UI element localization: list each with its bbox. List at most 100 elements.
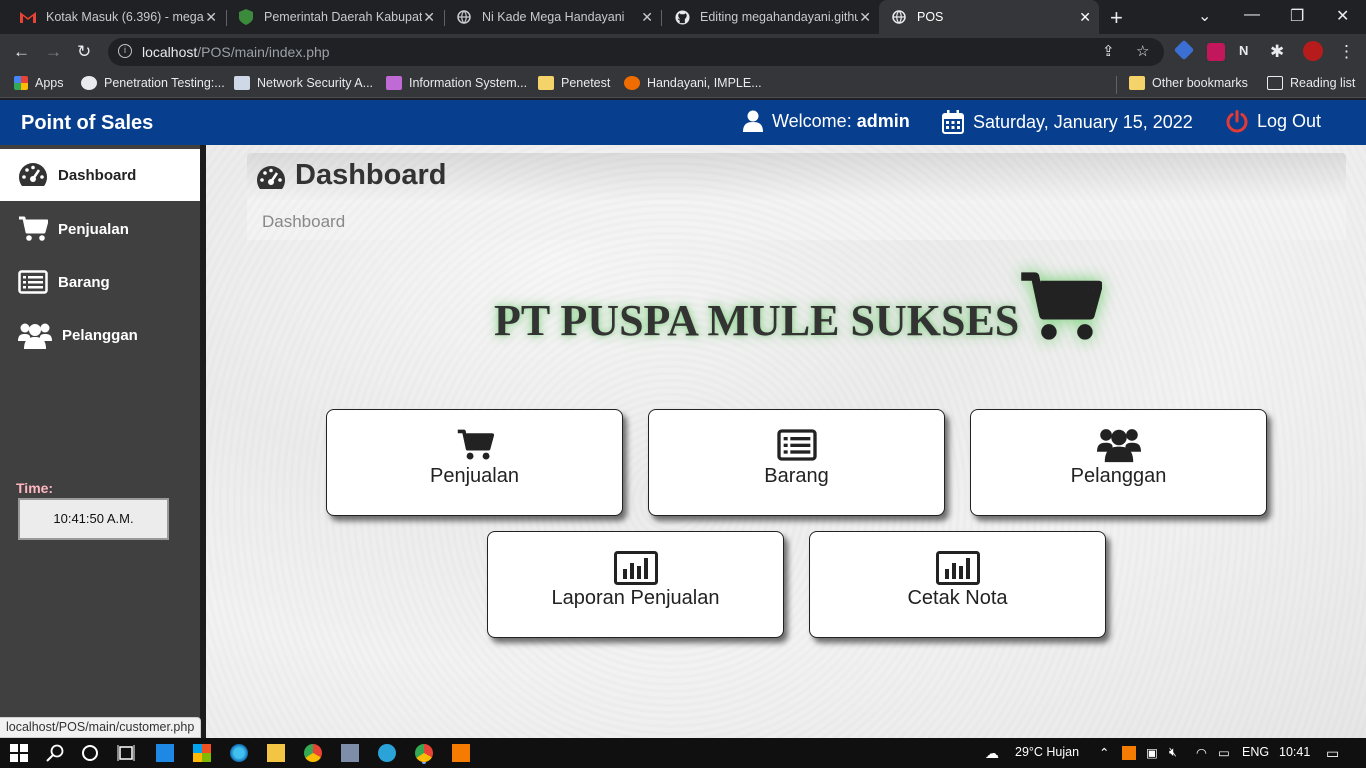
- close-tab-icon[interactable]: ✕: [423, 9, 435, 26]
- reading-list[interactable]: Reading list: [1267, 76, 1355, 90]
- chrome-icon[interactable]: [304, 744, 322, 762]
- tab-title: Ni Kade Mega Handayani: [482, 10, 625, 24]
- sidebar-item-penjualan[interactable]: Penjualan: [0, 203, 200, 255]
- bookmark-apps[interactable]: Apps: [14, 76, 64, 90]
- xampp-icon[interactable]: [452, 744, 470, 762]
- tile-cetak-nota[interactable]: Cetak Nota: [809, 531, 1106, 638]
- bookmarks-bar: Apps Penetration Testing:... Network Sec…: [0, 70, 1366, 98]
- tab-title: Pemerintah Daerah Kabupate: [264, 10, 422, 24]
- file-explorer-icon[interactable]: [267, 744, 285, 762]
- folder-icon: [538, 76, 554, 90]
- dashboard-gauge-icon: [19, 163, 47, 186]
- bar-chart-icon: [935, 551, 980, 585]
- link-status-bubble: localhost/POS/main/customer.php: [0, 717, 202, 738]
- weather-text[interactable]: 29°C Hujan: [1015, 745, 1079, 759]
- taskbar-clock[interactable]: 10:41: [1279, 745, 1310, 759]
- show-hidden-icons-icon[interactable]: ⌃: [1099, 745, 1109, 760]
- bookmark-star-icon[interactable]: ☆: [1136, 42, 1149, 60]
- language-indicator[interactable]: ENG: [1242, 745, 1269, 759]
- bookmark-item[interactable]: Penetration Testing:...: [81, 76, 225, 90]
- sidebar-item-pelanggan[interactable]: Pelanggan: [0, 309, 200, 361]
- logout-button[interactable]: Log Out: [1226, 110, 1321, 133]
- forward-icon[interactable]: →: [45, 42, 62, 62]
- app-icon[interactable]: [341, 744, 359, 762]
- gmail-icon: [20, 9, 36, 25]
- breadcrumb[interactable]: Dashboard: [262, 212, 345, 232]
- power-icon: [1226, 110, 1248, 133]
- minimize-icon[interactable]: —: [1244, 6, 1260, 24]
- weather-icon[interactable]: ☁: [985, 745, 999, 762]
- share-icon[interactable]: ⇪: [1102, 42, 1115, 60]
- reading-list-icon: [1267, 76, 1283, 90]
- browser-tab-active[interactable]: POS ✕: [879, 0, 1099, 34]
- tile-barang[interactable]: Barang: [648, 409, 945, 516]
- mail-icon[interactable]: [156, 744, 174, 762]
- profile-avatar-icon[interactable]: [1303, 41, 1323, 61]
- new-tab-icon[interactable]: +: [1110, 5, 1123, 31]
- tile-laporan-penjualan[interactable]: Laporan Penjualan: [487, 531, 784, 638]
- sidebar-item-label: Barang: [58, 273, 110, 291]
- brand-title[interactable]: Point of Sales: [21, 112, 153, 135]
- windows-start-icon[interactable]: [10, 744, 28, 762]
- close-tab-icon[interactable]: ✕: [641, 9, 653, 26]
- edge-icon[interactable]: [230, 744, 248, 762]
- close-window-icon[interactable]: ✕: [1336, 6, 1349, 26]
- bookmark-item[interactable]: Information System...: [386, 76, 527, 90]
- sidebar-item-label: Penjualan: [58, 220, 129, 238]
- bookmark-folder[interactable]: Penetest: [538, 76, 610, 90]
- back-icon[interactable]: ←: [13, 42, 30, 62]
- sidebar-item-dashboard[interactable]: Dashboard: [0, 149, 200, 201]
- extension-icon[interactable]: [1173, 39, 1195, 61]
- restore-icon[interactable]: ❐: [1290, 6, 1304, 26]
- list-icon: [18, 270, 48, 294]
- time-label: Time:: [16, 480, 54, 496]
- close-tab-icon[interactable]: ✕: [205, 9, 217, 26]
- tab-title: POS: [917, 10, 944, 24]
- browser-tab[interactable]: Pemerintah Daerah Kabupate ✕: [218, 0, 443, 34]
- bookmark-item[interactable]: Network Security A...: [234, 76, 373, 90]
- tile-label: Penjualan: [430, 465, 519, 487]
- chrome-menu-icon[interactable]: ⋮: [1338, 42, 1355, 62]
- battery-icon[interactable]: ▭: [1218, 745, 1230, 760]
- browser-tab[interactable]: Kotak Masuk (6.396) - megah ✕: [0, 0, 225, 34]
- users-icon: [1096, 429, 1141, 463]
- reload-icon[interactable]: ↻: [77, 42, 91, 62]
- tab-search-icon[interactable]: ⌄: [1198, 6, 1211, 26]
- browser-tab[interactable]: Editing megahandayani.githu ✕: [654, 0, 879, 34]
- github-icon: [674, 9, 690, 25]
- tile-pelanggan[interactable]: Pelanggan: [970, 409, 1267, 516]
- telegram-icon[interactable]: [378, 744, 396, 762]
- volume-muted-icon[interactable]: 🔇︎: [1169, 745, 1177, 760]
- tab-title: Editing megahandayani.githu: [700, 10, 858, 24]
- cortana-icon[interactable]: [81, 744, 99, 762]
- chrome-active-icon[interactable]: [415, 744, 433, 762]
- address-bar[interactable]: i localhost/POS/main/index.php ⇪ ☆: [108, 38, 1164, 66]
- notifications-icon[interactable]: ▭: [1326, 745, 1339, 762]
- store-icon[interactable]: [193, 744, 211, 762]
- bookmark-item[interactable]: Handayani, IMPLE...: [624, 76, 762, 90]
- browser-tab[interactable]: Ni Kade Mega Handayani ✕: [436, 0, 661, 34]
- current-date: Saturday, January 15, 2022: [942, 110, 1193, 134]
- bar-chart-icon: [613, 551, 658, 585]
- tile-penjualan[interactable]: Penjualan: [326, 409, 623, 516]
- browser-tab-strip: Kotak Masuk (6.396) - megah ✕ Pemerintah…: [0, 0, 1366, 34]
- calendar-icon: [942, 110, 964, 134]
- shopping-cart-icon: [1021, 272, 1102, 340]
- wifi-icon[interactable]: ◠: [1196, 745, 1207, 760]
- site-info-icon[interactable]: i: [118, 44, 132, 58]
- task-view-icon[interactable]: [117, 744, 135, 762]
- extension-icon[interactable]: N: [1239, 43, 1257, 61]
- sidebar-item-barang[interactable]: Barang: [0, 256, 200, 308]
- search-icon[interactable]: [46, 744, 64, 762]
- welcome-user: Welcome: admin: [743, 110, 910, 132]
- extensions-puzzle-icon[interactable]: ✱: [1270, 42, 1284, 62]
- windows-taskbar: ☁ 29°C Hujan ⌃ ▣ 🔇︎ ◠ ▭ ENG 10:41 ▭: [0, 738, 1366, 768]
- users-icon: [18, 323, 52, 349]
- close-tab-icon[interactable]: ✕: [1079, 9, 1091, 26]
- bookmark-other[interactable]: Other bookmarks: [1129, 76, 1248, 90]
- extension-icon[interactable]: [1207, 43, 1225, 61]
- close-tab-icon[interactable]: ✕: [859, 9, 871, 26]
- chart-icon: [386, 76, 402, 90]
- meet-icon[interactable]: ▣: [1146, 745, 1158, 760]
- xampp-tray-icon[interactable]: [1122, 746, 1136, 760]
